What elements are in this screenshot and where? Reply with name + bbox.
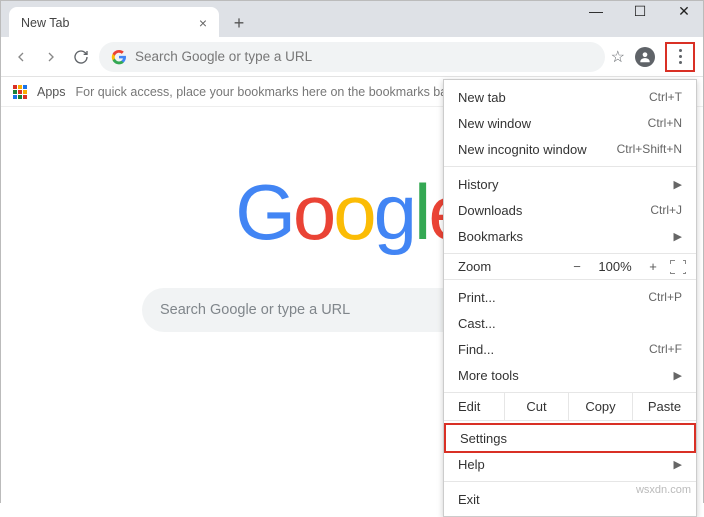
- forward-icon[interactable]: [39, 45, 63, 69]
- menu-new-window[interactable]: New windowCtrl+N: [444, 110, 696, 136]
- close-tab-icon[interactable]: ×: [199, 15, 207, 31]
- kebab-menu-icon[interactable]: [669, 46, 691, 68]
- menu-new-tab[interactable]: New tabCtrl+T: [444, 84, 696, 110]
- chrome-menu: New tabCtrl+T New windowCtrl+N New incog…: [443, 79, 697, 517]
- zoom-in-button[interactable]: +: [642, 259, 664, 274]
- highlight-settings: Settings: [444, 423, 696, 453]
- maximize-icon[interactable]: ☐: [627, 3, 653, 20]
- menu-paste[interactable]: Paste: [632, 393, 696, 420]
- menu-cut[interactable]: Cut: [504, 393, 568, 420]
- chevron-right-icon: ▶: [674, 178, 682, 191]
- zoom-value: 100%: [594, 259, 636, 274]
- window-controls: — ☐ ✕: [583, 3, 697, 20]
- menu-help[interactable]: Help▶: [444, 451, 696, 477]
- apps-label[interactable]: Apps: [37, 85, 66, 99]
- toolbar: Search Google or type a URL ☆: [1, 37, 703, 77]
- chevron-right-icon: ▶: [674, 230, 682, 243]
- bookmarks-hint: For quick access, place your bookmarks h…: [76, 85, 448, 99]
- fullscreen-icon[interactable]: [670, 260, 686, 274]
- menu-new-incognito[interactable]: New incognito windowCtrl+Shift+N: [444, 136, 696, 162]
- browser-tab[interactable]: New Tab ×: [9, 7, 219, 39]
- highlight-kebab: [665, 42, 695, 72]
- toolbar-right: ☆: [611, 42, 695, 72]
- apps-icon[interactable]: [13, 85, 27, 99]
- google-logo: Google: [235, 167, 469, 258]
- menu-zoom: Zoom − 100% +: [444, 254, 696, 279]
- omnibox[interactable]: Search Google or type a URL: [99, 42, 605, 72]
- bookmark-star-icon[interactable]: ☆: [611, 47, 625, 67]
- menu-history[interactable]: History▶: [444, 171, 696, 197]
- menu-find[interactable]: Find...Ctrl+F: [444, 336, 696, 362]
- menu-more-tools[interactable]: More tools▶: [444, 362, 696, 388]
- google-icon: [111, 49, 127, 65]
- ntp-search-placeholder: Search Google or type a URL: [160, 302, 350, 318]
- new-tab-button[interactable]: +: [225, 9, 253, 37]
- chevron-right-icon: ▶: [674, 369, 682, 382]
- zoom-out-button[interactable]: −: [566, 259, 588, 274]
- menu-cast[interactable]: Cast...: [444, 310, 696, 336]
- menu-bookmarks[interactable]: Bookmarks▶: [444, 223, 696, 249]
- reload-icon[interactable]: [69, 45, 93, 69]
- watermark: wsxdn.com: [636, 484, 691, 496]
- omnibox-placeholder: Search Google or type a URL: [135, 49, 312, 64]
- menu-edit-row: Edit Cut Copy Paste: [444, 393, 696, 420]
- tab-title: New Tab: [21, 16, 69, 30]
- titlebar: New Tab × + — ☐ ✕: [1, 1, 703, 37]
- profile-icon[interactable]: [635, 47, 655, 67]
- menu-settings[interactable]: Settings: [446, 425, 694, 451]
- close-window-icon[interactable]: ✕: [671, 3, 697, 20]
- menu-print[interactable]: Print...Ctrl+P: [444, 284, 696, 310]
- minimize-icon[interactable]: —: [583, 3, 609, 20]
- menu-copy[interactable]: Copy: [568, 393, 632, 420]
- chevron-right-icon: ▶: [674, 458, 682, 471]
- menu-downloads[interactable]: DownloadsCtrl+J: [444, 197, 696, 223]
- back-icon[interactable]: [9, 45, 33, 69]
